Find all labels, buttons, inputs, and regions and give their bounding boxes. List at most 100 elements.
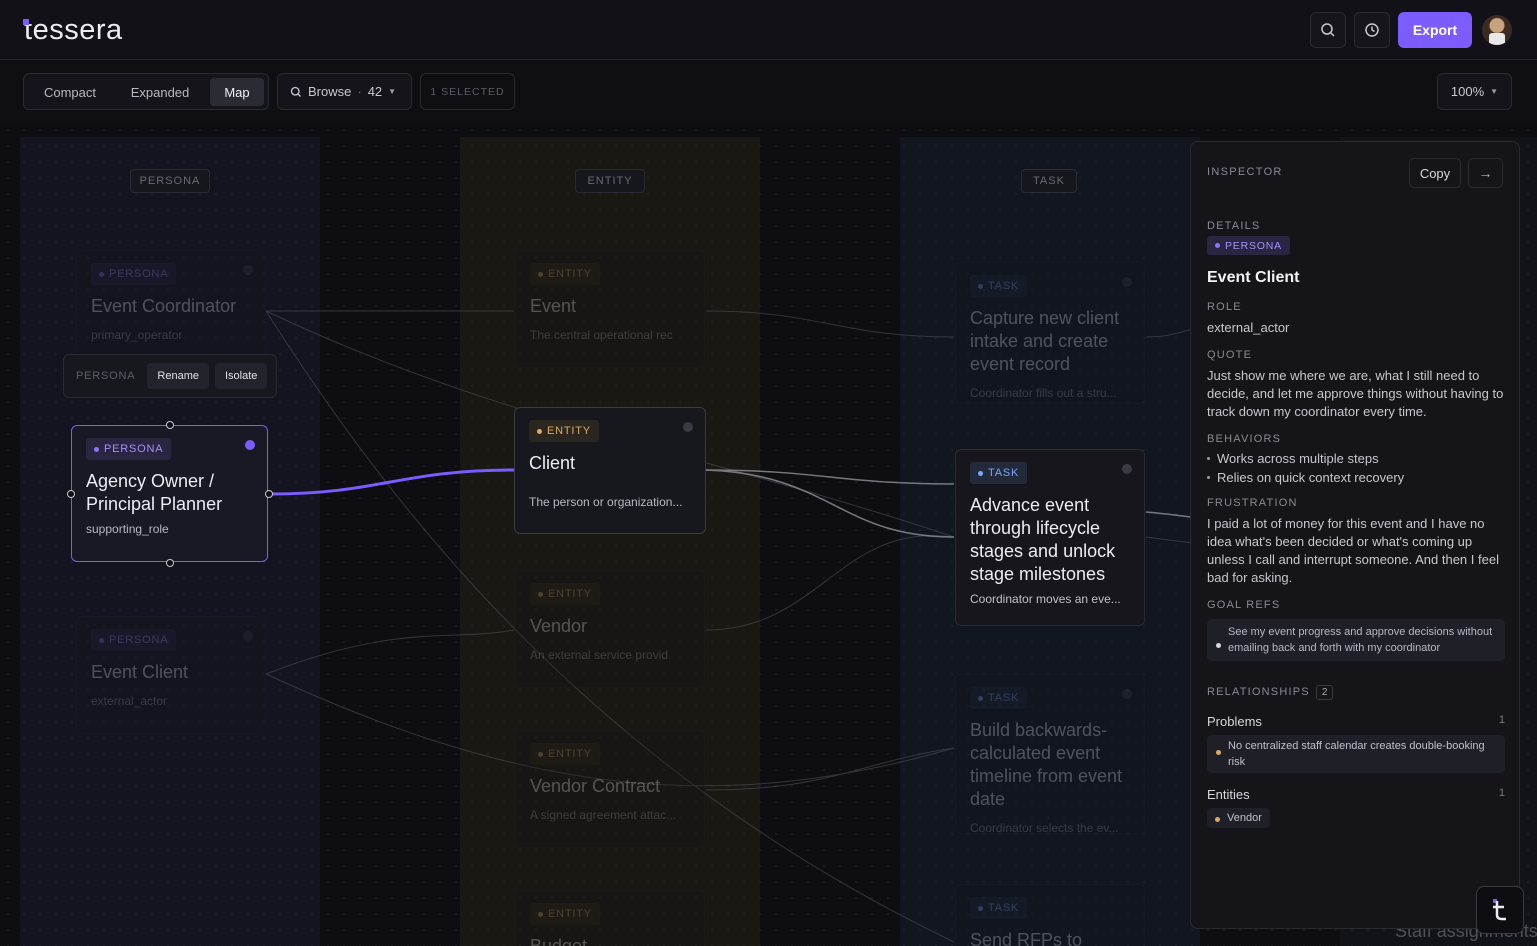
edge	[265, 629, 515, 675]
problem-item[interactable]: No centralized staff calendar creates do…	[1207, 735, 1505, 773]
node-title: Vendor	[530, 616, 588, 636]
node-vendor-contract[interactable]: ENTITY Vendor Contract A signed agreemen…	[515, 730, 705, 848]
connection-port[interactable]	[265, 490, 273, 498]
node-event-coordinator[interactable]: PERSONA Event Coordinator primary_operat…	[76, 250, 266, 368]
view-switcher: Compact Expanded Map	[23, 73, 269, 110]
copy-button[interactable]: Copy	[1409, 158, 1461, 188]
status-dot	[683, 422, 693, 432]
node-title: Capture new client intake and create eve…	[970, 308, 1120, 374]
logo-icon	[1493, 899, 1506, 921]
history-button[interactable]	[1354, 12, 1390, 48]
separator-dot: ·	[357, 84, 362, 99]
node-tag: PERSONA	[86, 438, 172, 460]
node-tag: ENTITY	[530, 263, 600, 285]
export-button[interactable]: Export	[1398, 12, 1472, 48]
node-tag: ENTITY	[530, 743, 600, 765]
connection-port[interactable]	[166, 559, 174, 567]
frustration-text: I paid a lot of money for this event and…	[1207, 516, 1499, 585]
status-dot	[1122, 689, 1132, 699]
role-value: external_actor	[1207, 320, 1290, 335]
node-task-rfp[interactable]: TASK Send RFPs to	[955, 884, 1145, 946]
quote-label: QUOTE	[1207, 349, 1253, 361]
node-task-intake[interactable]: TASK Capture new client intake and creat…	[955, 262, 1145, 404]
behavior-item: Relies on quick context recovery	[1207, 470, 1505, 485]
search-button[interactable]	[1310, 12, 1346, 48]
node-subtitle: supporting_role	[86, 522, 169, 536]
rename-button[interactable]: Rename	[147, 363, 209, 389]
status-dot	[1122, 464, 1132, 474]
node-subtitle: The person or organization...	[529, 495, 683, 509]
entity-chip-vendor[interactable]: Vendor	[1207, 808, 1270, 828]
details-label: DETAILS	[1207, 220, 1261, 232]
browse-count: 42	[367, 84, 383, 99]
node-subtitle: Coordinator selects the ev...	[970, 821, 1119, 835]
history-icon	[1365, 23, 1379, 37]
node-tag: ENTITY	[529, 420, 599, 442]
view-expanded-tab[interactable]: Expanded	[120, 78, 200, 106]
view-map-tab[interactable]: Map	[210, 78, 264, 106]
entities-row: Entities 1	[1207, 787, 1505, 802]
arrow-right-icon[interactable]: →	[1468, 158, 1503, 188]
node-task-advance[interactable]: TASK Advance event through lifecycle sta…	[955, 449, 1145, 626]
node-subtitle: The central operational rec	[530, 328, 673, 342]
node-title: Advance event through lifecycle stages a…	[970, 495, 1116, 584]
zoom-dropdown[interactable]: 100% ▼	[1437, 73, 1512, 110]
isolate-button[interactable]: Isolate	[214, 363, 268, 389]
inspector-panel: INSPECTOR Copy → DETAILS PERSONA Event C…	[1190, 141, 1520, 929]
relationships-count: 2	[1315, 685, 1334, 700]
inspector-header: INSPECTOR	[1207, 166, 1283, 178]
node-title: Event Client	[91, 662, 189, 682]
browse-label: Browse	[308, 84, 352, 99]
app-logo-rest: essera	[32, 14, 123, 46]
view-toolbar: Compact Expanded Map Browse · 42 ▼ 1 SEL…	[0, 61, 1537, 121]
edge	[705, 747, 955, 791]
node-title: Event	[530, 296, 577, 316]
node-tag: TASK	[970, 687, 1028, 709]
node-task-timeline[interactable]: TASK Build backwards-calculated event ti…	[955, 674, 1145, 835]
assistant-launcher[interactable]	[1476, 886, 1524, 934]
node-event[interactable]: ENTITY Event The central operational rec	[515, 250, 705, 368]
node-client[interactable]: ENTITY Client The person or organization…	[514, 407, 706, 534]
connection-port[interactable]	[67, 490, 75, 498]
edge	[705, 310, 955, 338]
node-title: Vendor Contract	[530, 776, 661, 796]
connection-port[interactable]	[166, 421, 174, 429]
inspector-body: DETAILS PERSONA Event Client ROLE extern…	[1207, 220, 1505, 828]
role-label: ROLE	[1207, 301, 1242, 313]
node-subtitle: A signed agreement attac...	[530, 808, 677, 822]
behaviors-label: BEHAVIORS	[1207, 433, 1282, 445]
node-tag: ENTITY	[530, 583, 600, 605]
edge-client-task	[705, 469, 955, 485]
app-logo[interactable]: tessera	[23, 14, 123, 47]
node-event-client[interactable]: PERSONA Event Client external_actor	[76, 616, 266, 734]
node-budget[interactable]: ENTITY Budget	[515, 890, 705, 946]
browse-dropdown[interactable]: Browse · 42 ▼	[277, 73, 412, 110]
relationships-label: RELATIONSHIPS 2	[1207, 685, 1505, 700]
node-title: Agency Owner / Principal Planner	[86, 471, 223, 514]
view-compact-tab[interactable]: Compact	[32, 78, 108, 106]
behavior-item: Works across multiple steps	[1207, 451, 1505, 466]
quote-text: Just show me where we are, what I still …	[1207, 368, 1504, 419]
avatar[interactable]	[1482, 15, 1512, 45]
status-dot	[243, 265, 253, 275]
inspector-tag: PERSONA	[1207, 236, 1290, 255]
node-tag: PERSONA	[91, 629, 177, 651]
node-subtitle: external_actor	[91, 694, 168, 708]
goal-ref-item[interactable]: See my event progress and approve decisi…	[1207, 619, 1505, 661]
status-dot	[1122, 277, 1132, 287]
zoom-level: 100%	[1450, 84, 1485, 99]
node-tag: TASK	[970, 462, 1028, 484]
edge	[705, 535, 955, 631]
search-icon	[1321, 23, 1335, 37]
node-agency-owner[interactable]: PERSONA Agency Owner / Principal Planner…	[71, 425, 268, 562]
problems-row: Problems 1	[1207, 714, 1505, 729]
chevron-down-icon: ▼	[1490, 87, 1499, 96]
node-subtitle: primary_operator	[91, 328, 183, 342]
node-subtitle: Coordinator moves an eve...	[970, 592, 1121, 606]
edge-selected	[269, 468, 515, 496]
inspector-title: Event Client	[1207, 269, 1300, 286]
node-context-menu: PERSONA Rename Isolate	[63, 354, 277, 398]
node-vendor[interactable]: ENTITY Vendor An external service provid	[515, 570, 705, 688]
edge-client-task	[705, 469, 955, 538]
node-tag: TASK	[970, 275, 1028, 297]
